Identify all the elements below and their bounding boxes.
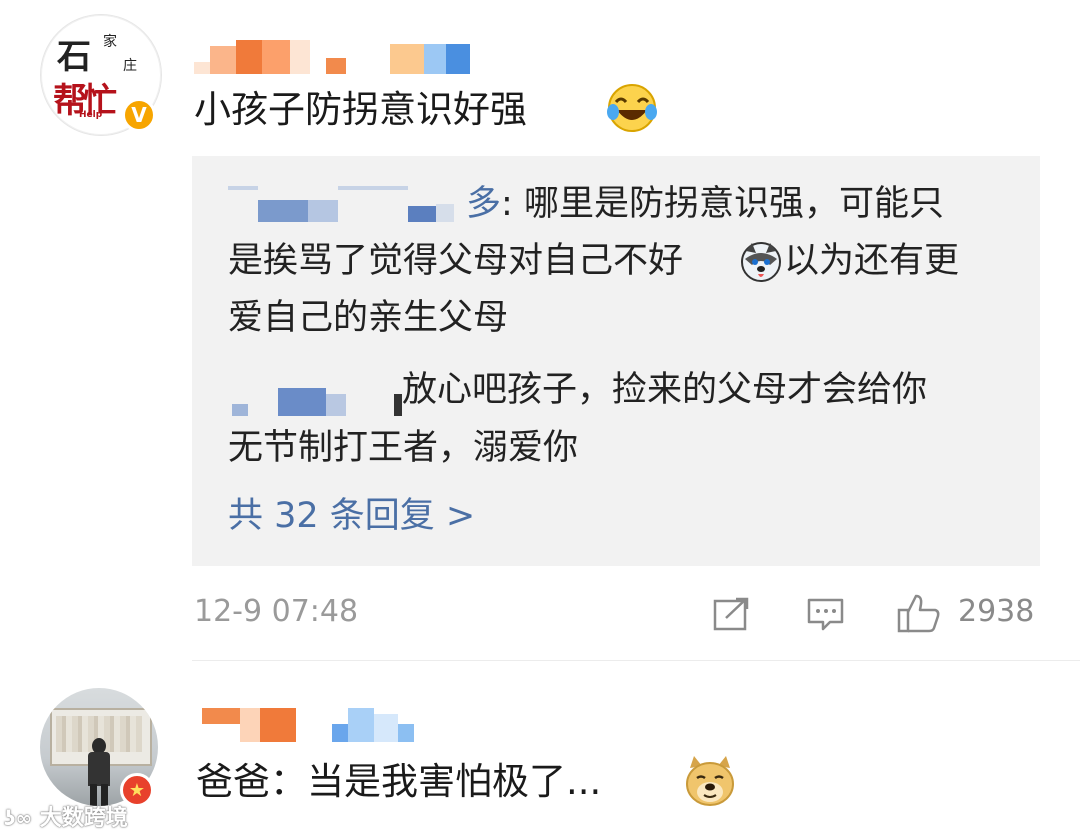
comment2-text: 爸爸：当是我害怕极了... [196,756,601,808]
reply2-text-2: 无节制打王者，溺爱你 [228,428,579,468]
watermark-text: 大数跨境 [39,806,128,831]
avatar-logo-help: Help [79,110,103,120]
reply1-colon: : [501,184,524,224]
reply1-text-2a: 是挨骂了觉得父母对自己不好 [228,241,684,281]
avatar-logo-text: 石 [57,37,91,77]
doge-emoji-icon [682,754,738,808]
reply2-username-mosaic[interactable] [232,380,402,416]
reply2-text-1: 放心吧孩子，捡来的父母才会给你 [402,370,928,410]
share-icon[interactable] [712,596,752,632]
reply2-line1: 放心吧孩子，捡来的父母才会给你 [402,362,927,419]
reply1-line3: 爱自己的亲生父母 [228,290,508,347]
comment2-body: 爸爸：当是我害怕极了... [196,760,602,803]
username2-mosaic[interactable] [202,702,414,742]
comment-text: 小孩子防拐意识好强 [194,84,527,136]
laughing-crying-emoji-icon [604,82,660,134]
reply1-line1: 多: 哪里是防拐意识强，可能只 [466,176,944,233]
reply1-text-1: 哪里是防拐意识强，可能只 [523,184,944,224]
reply1-line2b: 以为还有更 [784,233,959,290]
reply1-text-2b: 以为还有更 [784,241,960,281]
comment-icon[interactable] [806,597,846,633]
like-thumb-icon[interactable] [896,592,942,634]
reply1-text-3: 爱自己的亲生父母 [228,298,509,338]
username-mosaic[interactable] [194,34,470,74]
verified-badge-icon: V [122,98,156,132]
reply1-name-tail[interactable]: 多 [466,184,501,224]
reply1-line2: 是挨骂了觉得父母对自己不好 [228,233,683,290]
avatar-logo-small-2: 庄 [123,58,137,74]
reply1-username-mosaic[interactable] [228,182,454,222]
avatar-logo-small: 家 [103,34,117,50]
reply2-line2: 无节制打王者，溺爱你 [228,420,578,477]
comment-body: 小孩子防拐意识好强 [194,88,527,131]
husky-emoji-icon [740,241,782,283]
like-count: 2938 [958,594,1035,629]
comment-divider [192,660,1080,661]
watermark: ʖ∞ 大数跨境 [4,800,128,832]
view-more-replies-link[interactable]: 共 32 条回复 > [228,488,475,545]
watermark-logo-icon: ʖ∞ [4,806,33,830]
timestamp: 12-9 07:48 [194,594,359,629]
